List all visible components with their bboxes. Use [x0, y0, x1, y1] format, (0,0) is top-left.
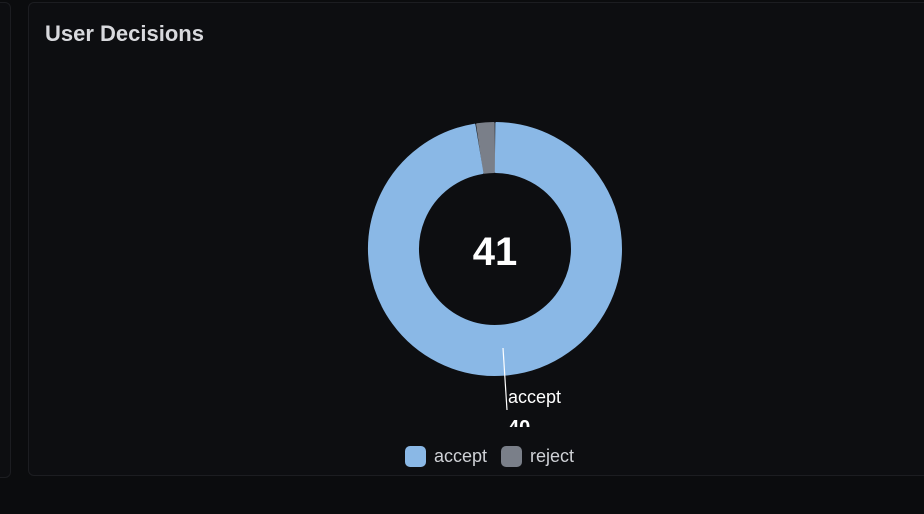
legend-swatch-reject — [501, 445, 523, 467]
user-decisions-panel: User Decisions 41 accept 40 accept rejec… — [28, 2, 924, 476]
legend-item-reject[interactable]: reject — [501, 445, 575, 467]
adjacent-panel-edge — [0, 2, 11, 478]
legend-label-accept: accept — [434, 445, 488, 466]
legend-label-reject: reject — [530, 445, 575, 466]
donut-chart: 41 accept 40 — [368, 122, 622, 439]
legend-item-accept[interactable]: accept — [405, 445, 488, 467]
callout-value: 40 — [508, 417, 530, 439]
center-total-value: 41 — [473, 230, 518, 274]
legend-swatch-accept — [405, 445, 426, 467]
callout-label: accept — [508, 387, 561, 407]
chart-legend: accept reject — [405, 443, 588, 469]
